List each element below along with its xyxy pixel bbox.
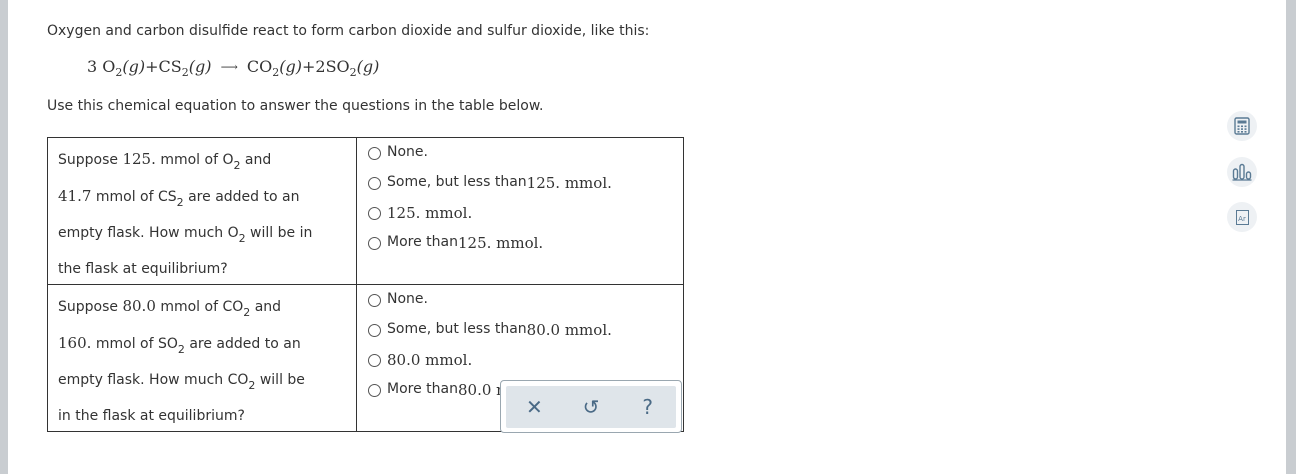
question-text: Suppose 80.0 mmol of CO2 and 160. mmol o… [47,284,357,432]
chemical-equation: 3 O2(g)+CS2(g) ⟶ CO2(g)+2SO2(g) [87,57,380,79]
help-icon: ? [642,395,653,419]
data-chart-button[interactable] [1227,157,1257,187]
question-text: Suppose 125. mmol of O2 and 41.7 mmol of… [47,137,357,285]
help-button[interactable]: ? [628,387,668,427]
answer-toolbar: ✕ ↺ ? [500,380,682,433]
calculator-button[interactable] [1227,111,1257,141]
radio-button[interactable] [368,207,381,220]
calculator-icon [1234,117,1250,135]
radio-button[interactable] [368,147,381,160]
radio-button[interactable] [368,324,381,337]
close-icon: ✕ [525,395,543,419]
radio-option-equal[interactable]: 125. mmol. [368,204,683,234]
table-row: Suppose 125. mmol of O2 and 41.7 mmol of… [47,137,684,285]
intro-text: Oxygen and carbon disulfide react to for… [47,23,650,39]
radio-option-less-than[interactable]: Some, but less than 125. mmol. [368,174,683,204]
periodic-table-button[interactable]: Ar [1227,202,1257,232]
radio-button[interactable] [368,294,381,307]
radio-option-none[interactable]: None. [368,291,683,321]
question-page: Oxygen and carbon disulfide react to for… [8,0,1286,474]
radio-option-equal[interactable]: 80.0 mmol. [368,351,683,381]
periodic-table-icon: Ar [1235,209,1249,225]
reaction-arrow-icon: ⟶ [220,60,238,74]
radio-button[interactable] [368,354,381,367]
undo-icon: ↺ [582,395,600,419]
clear-button[interactable]: ✕ [514,387,554,427]
undo-button[interactable]: ↺ [571,387,611,427]
radio-button[interactable] [368,237,381,250]
chart-icon [1232,163,1252,181]
toolbar-buttons: ✕ ↺ ? [506,386,676,428]
radio-option-none[interactable]: None. [368,144,683,174]
radio-button[interactable] [368,384,381,397]
instruction-text: Use this chemical equation to answer the… [47,98,544,114]
radio-button[interactable] [368,177,381,190]
radio-option-less-than[interactable]: Some, but less than 80.0 mmol. [368,321,683,351]
radio-option-more-than[interactable]: More than 125. mmol. [368,234,683,264]
answer-options: None. Some, but less than 125. mmol. 125… [356,137,684,285]
